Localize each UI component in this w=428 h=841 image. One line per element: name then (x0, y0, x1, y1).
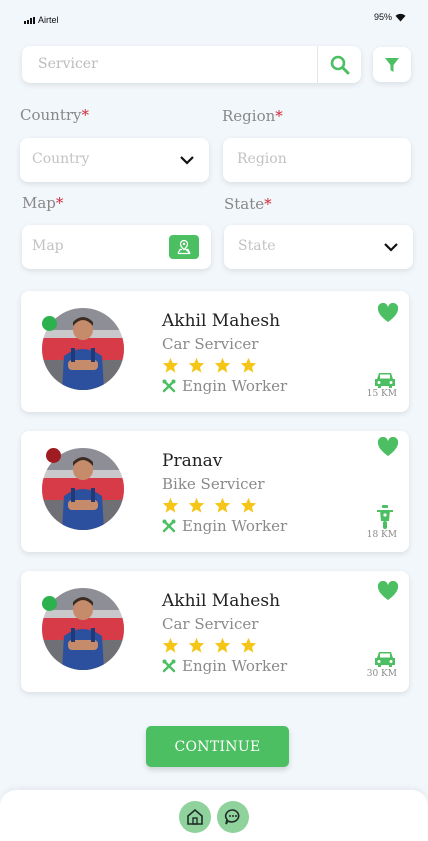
search-button[interactable] (317, 46, 361, 83)
star-icon (188, 637, 205, 653)
star-icon (240, 637, 257, 653)
filter-button[interactable] (373, 47, 411, 82)
favorite-button[interactable] (377, 436, 399, 461)
vehicle-icon-wrap (372, 505, 398, 529)
region-label: Region* (222, 107, 283, 125)
state-select[interactable]: State (224, 225, 413, 269)
car-icon (375, 652, 395, 667)
worker-card[interactable]: Pranav Bike Servicer Engin Worker 18 KM (21, 431, 409, 552)
filter-icon (385, 57, 399, 72)
carrier-info: Airtel (24, 15, 59, 25)
worker-card[interactable]: Akhil Mahesh Car Servicer Engin Worker 3… (21, 571, 409, 692)
country-select[interactable]: Country (20, 138, 209, 182)
home-icon (187, 808, 203, 825)
heart-icon (377, 302, 399, 322)
star-icon (240, 357, 257, 373)
map-placeholder: Map (32, 238, 64, 254)
worker-role: Car Servicer (162, 335, 259, 353)
map-pin-button[interactable] (169, 235, 199, 259)
tools-icon (162, 379, 176, 393)
search-icon (330, 55, 349, 74)
heart-icon (377, 436, 399, 456)
favorite-button[interactable] (377, 580, 399, 605)
continue-button[interactable]: CONTINUE (146, 726, 289, 767)
state-label: State* (224, 195, 272, 213)
worker-name: Akhil Mahesh (162, 311, 281, 331)
region-field[interactable]: Region (223, 138, 411, 182)
rating-stars (162, 637, 257, 653)
map-field[interactable]: Map (22, 225, 211, 269)
star-icon (162, 357, 179, 373)
status-dot (42, 316, 57, 331)
car-icon (375, 373, 395, 388)
star-icon (162, 637, 179, 653)
distance-label: 18 KM (366, 530, 397, 540)
vehicle-icon-wrap (372, 371, 398, 389)
status-bar: Airtel 95% (0, 0, 428, 34)
bottom-nav (0, 790, 428, 841)
region-placeholder: Region (237, 151, 287, 167)
chat-icon (224, 809, 240, 825)
star-icon (214, 357, 231, 373)
search-input[interactable]: Servicer (38, 56, 98, 72)
battery-level: 95% (373, 12, 392, 22)
worker-role: Car Servicer (162, 615, 259, 633)
heart-icon (377, 580, 399, 600)
battery-info: 95% (374, 12, 406, 22)
star-icon (188, 357, 205, 373)
skill-label: Engin Worker (182, 517, 288, 535)
map-label: Map* (22, 194, 64, 212)
worker-card[interactable]: Akhil Mahesh Car Servicer Engin Worker 1… (21, 291, 409, 412)
distance-label: 30 KM (366, 669, 397, 679)
rating-stars (162, 357, 257, 373)
distance-label: 15 KM (366, 389, 397, 399)
rating-stars (162, 497, 257, 513)
scooter-icon (377, 505, 393, 529)
worker-skill: Engin Worker (162, 657, 287, 675)
nav-chat-button[interactable] (217, 801, 249, 833)
tools-icon (162, 519, 176, 533)
star-icon (188, 497, 205, 513)
nav-home-button[interactable] (179, 801, 211, 833)
vehicle-icon-wrap (372, 650, 398, 668)
chevron-down-icon (180, 156, 194, 165)
status-dot (42, 596, 57, 611)
skill-label: Engin Worker (182, 657, 288, 675)
worker-name: Akhil Mahesh (162, 591, 281, 611)
star-icon (214, 637, 231, 653)
star-icon (214, 497, 231, 513)
star-icon (240, 497, 257, 513)
worker-role: Bike Servicer (162, 475, 265, 493)
worker-skill: Engin Worker (162, 517, 287, 535)
worker-skill: Engin Worker (162, 377, 287, 395)
state-placeholder: State (238, 238, 276, 254)
map-pin-icon (177, 239, 191, 255)
signal-icon (24, 16, 35, 24)
carrier-name: Airtel (38, 15, 59, 25)
tools-icon (162, 659, 176, 673)
favorite-button[interactable] (377, 302, 399, 327)
chevron-down-icon (384, 243, 398, 252)
star-icon (162, 497, 179, 513)
search-bar[interactable]: Servicer (22, 46, 361, 83)
country-placeholder: Country (32, 151, 90, 167)
skill-label: Engin Worker (182, 377, 288, 395)
worker-name: Pranav (162, 451, 223, 471)
country-label: Country* (20, 106, 90, 124)
status-dot (46, 448, 61, 463)
wifi-icon (395, 13, 406, 22)
